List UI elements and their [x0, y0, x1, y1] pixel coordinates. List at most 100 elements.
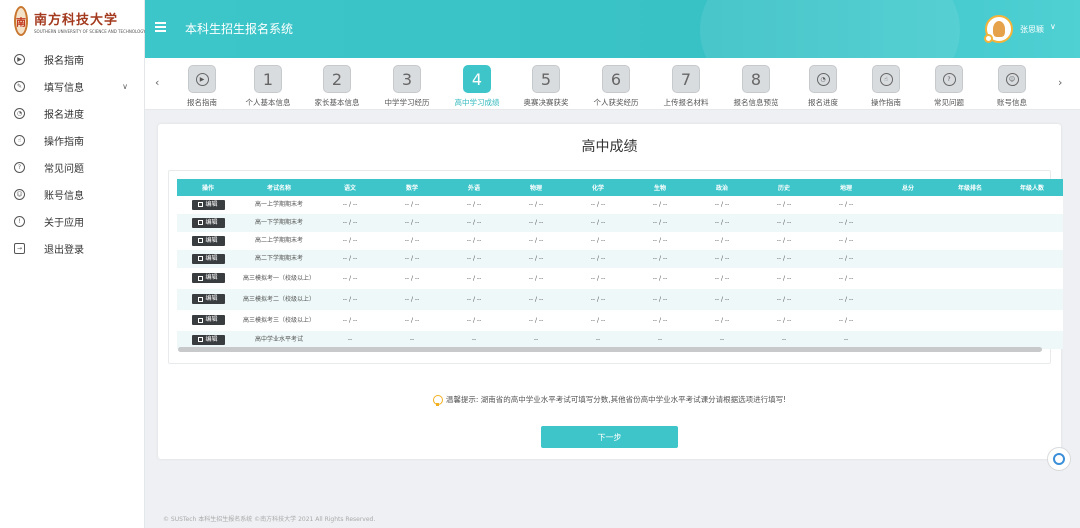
edit-button[interactable]: 编辑: [191, 235, 225, 246]
score-cell: -- / --: [815, 268, 877, 289]
score-cell: -- / --: [505, 196, 567, 214]
sidebar-item-progress[interactable]: ◔ 报名进度: [0, 100, 144, 127]
score-cell: -- / --: [753, 214, 815, 232]
edit-button[interactable]: 编辑: [191, 334, 225, 345]
step-5[interactable]: 5 奥赛决赛获奖: [511, 65, 581, 108]
edit-button[interactable]: 编辑: [191, 217, 225, 228]
user-avatar[interactable]: [984, 15, 1013, 43]
edit-icon: [198, 337, 204, 343]
footer-copyright: © SUSTech 本科生招生报名系统 ©南方科技大学 2021 All Rig…: [163, 516, 376, 523]
sidebar-item-about[interactable]: ! 关于应用: [0, 208, 144, 235]
score-cell: -- / --: [319, 232, 381, 250]
sidebar-item-fill-info[interactable]: ✎ 填写信息 ∨: [0, 73, 144, 100]
exam-name-cell: 高三模拟考一（校级以上）: [239, 268, 319, 289]
grades-table-body: 编辑 高一上学期期末考 -- / -- -- / -- -- / -- -- / -- --…: [177, 196, 1063, 349]
step-label: 操作指南: [871, 98, 901, 107]
score-cell: -- / --: [629, 232, 691, 250]
score-cell: -- / --: [443, 250, 505, 268]
score-cell: -- / --: [567, 232, 629, 250]
lightbulb-icon: [432, 395, 443, 406]
step-6[interactable]: 6 个人获奖经历: [581, 65, 651, 108]
action-cell: 编辑: [177, 250, 239, 268]
score-cell: -- / --: [691, 196, 753, 214]
step-1[interactable]: 1 个人基本信息: [233, 65, 303, 108]
edit-button[interactable]: 编辑: [191, 253, 225, 264]
edit-button-label: 编辑: [205, 236, 218, 244]
step-box: ☝: [872, 65, 900, 93]
gauge-icon: ◔: [14, 108, 25, 119]
score-cell: -- / --: [567, 268, 629, 289]
score-cell: -- / --: [381, 268, 443, 289]
edit-button[interactable]: 编辑: [191, 294, 225, 305]
sidebar-item-faq[interactable]: ? 常见问题: [0, 154, 144, 181]
step-8[interactable]: 8 报名信息预览: [721, 65, 791, 108]
grades-table: 操作 考试名称 语文 数学 外语 物理 化学 生物 政治 历史 地理 总分 年级…: [177, 179, 1063, 349]
exam-name-cell: 高三模拟考二（校级以上）: [239, 289, 319, 310]
horizontal-scrollbar[interactable]: [178, 347, 1042, 352]
step-7[interactable]: 7 上传报名材料: [651, 65, 721, 108]
score-cell: [877, 268, 939, 289]
floating-help-button[interactable]: [1047, 447, 1071, 471]
question-icon: ?: [14, 162, 25, 173]
edit-icon: [198, 238, 204, 244]
score-cell: -- / --: [691, 250, 753, 268]
step-navigation: ‹ ▶ 报名指南 1 个人基本信息 2 家长基本信息 3 中学学习经历 4 高中…: [145, 58, 1080, 110]
column-header: 政治: [691, 179, 753, 196]
edit-button[interactable]: 编辑: [191, 315, 225, 326]
step-faq[interactable]: ? 常见问题: [914, 65, 984, 108]
step-operation-guide[interactable]: ☝ 操作指南: [851, 65, 921, 108]
sidebar-item-operation-guide[interactable]: ☝ 操作指南: [0, 127, 144, 154]
score-cell: -- / --: [753, 310, 815, 331]
step-number: 6: [602, 65, 630, 93]
sidebar-item-logout[interactable]: → 退出登录: [0, 235, 144, 262]
score-cell: [939, 268, 1001, 289]
chevron-left-icon[interactable]: ‹: [155, 76, 159, 89]
step-2[interactable]: 2 家长基本信息: [302, 65, 372, 108]
user-icon: ☺: [14, 189, 25, 200]
sidebar-item-account[interactable]: ☺ 账号信息: [0, 181, 144, 208]
edit-button-label: 编辑: [205, 218, 218, 226]
score-cell: -- / --: [629, 268, 691, 289]
edit-button[interactable]: 编辑: [191, 273, 225, 284]
score-cell: -- / --: [815, 250, 877, 268]
score-cell: -- / --: [443, 232, 505, 250]
column-header: 数学: [381, 179, 443, 196]
step-label: 报名指南: [187, 98, 217, 107]
action-cell: 编辑: [177, 232, 239, 250]
score-cell: -- / --: [381, 310, 443, 331]
edit-button[interactable]: 编辑: [191, 199, 225, 210]
chevron-down-icon[interactable]: ∨: [1050, 22, 1056, 31]
step-label: 报名进度: [808, 98, 838, 107]
step-3[interactable]: 3 中学学习经历: [372, 65, 442, 108]
sidebar-item-label: 账号信息: [44, 191, 84, 202]
user-name[interactable]: 张思颖: [1020, 24, 1044, 35]
university-logo[interactable]: 南 南方科技大学 SOUTHERN UNIVERSITY OF SCIENCE …: [0, 2, 146, 40]
hamburger-menu-icon[interactable]: [155, 22, 166, 32]
top-header: 本科生招生报名系统 张思颖 ∨: [145, 0, 1080, 58]
step-progress[interactable]: ◔ 报名进度: [788, 65, 858, 108]
table-row: 编辑 高三模拟考一（校级以上） -- / -- -- / -- -- / -- -- / …: [177, 268, 1063, 289]
score-cell: -- / --: [815, 289, 877, 310]
step-guide[interactable]: ▶ 报名指南: [167, 65, 237, 108]
exam-name-cell: 高三模拟考三（校级以上）: [239, 310, 319, 331]
score-cell: [877, 310, 939, 331]
step-number: 7: [672, 65, 700, 93]
sidebar-item-label: 填写信息: [44, 83, 84, 94]
logo-name-en: SOUTHERN UNIVERSITY OF SCIENCE AND TECHN…: [34, 28, 146, 34]
chevron-right-icon[interactable]: ›: [1058, 76, 1062, 89]
score-cell: -- / --: [319, 310, 381, 331]
step-account[interactable]: ☺ 账号信息: [977, 65, 1047, 108]
score-cell: [939, 214, 1001, 232]
step-number: 2: [323, 65, 351, 93]
sidebar-item-guide[interactable]: ▶ 报名指南: [0, 46, 144, 73]
table-row: 编辑 高三模拟考三（校级以上） -- / -- -- / -- -- / -- -- / …: [177, 310, 1063, 331]
column-header: 操作: [177, 179, 239, 196]
next-step-button[interactable]: 下一步: [541, 426, 678, 448]
edit-button-label: 编辑: [205, 335, 218, 343]
score-cell: -- / --: [567, 310, 629, 331]
step-label: 奥赛决赛获奖: [523, 98, 569, 107]
score-cell: [939, 232, 1001, 250]
step-4[interactable]: 4 高中学习成绩: [442, 65, 512, 108]
action-cell: 编辑: [177, 310, 239, 331]
tip-text: 温馨提示: 湖南省的高中学业水平考试可填写分数,其他省份高中学业水平考试课分请根…: [445, 395, 787, 404]
